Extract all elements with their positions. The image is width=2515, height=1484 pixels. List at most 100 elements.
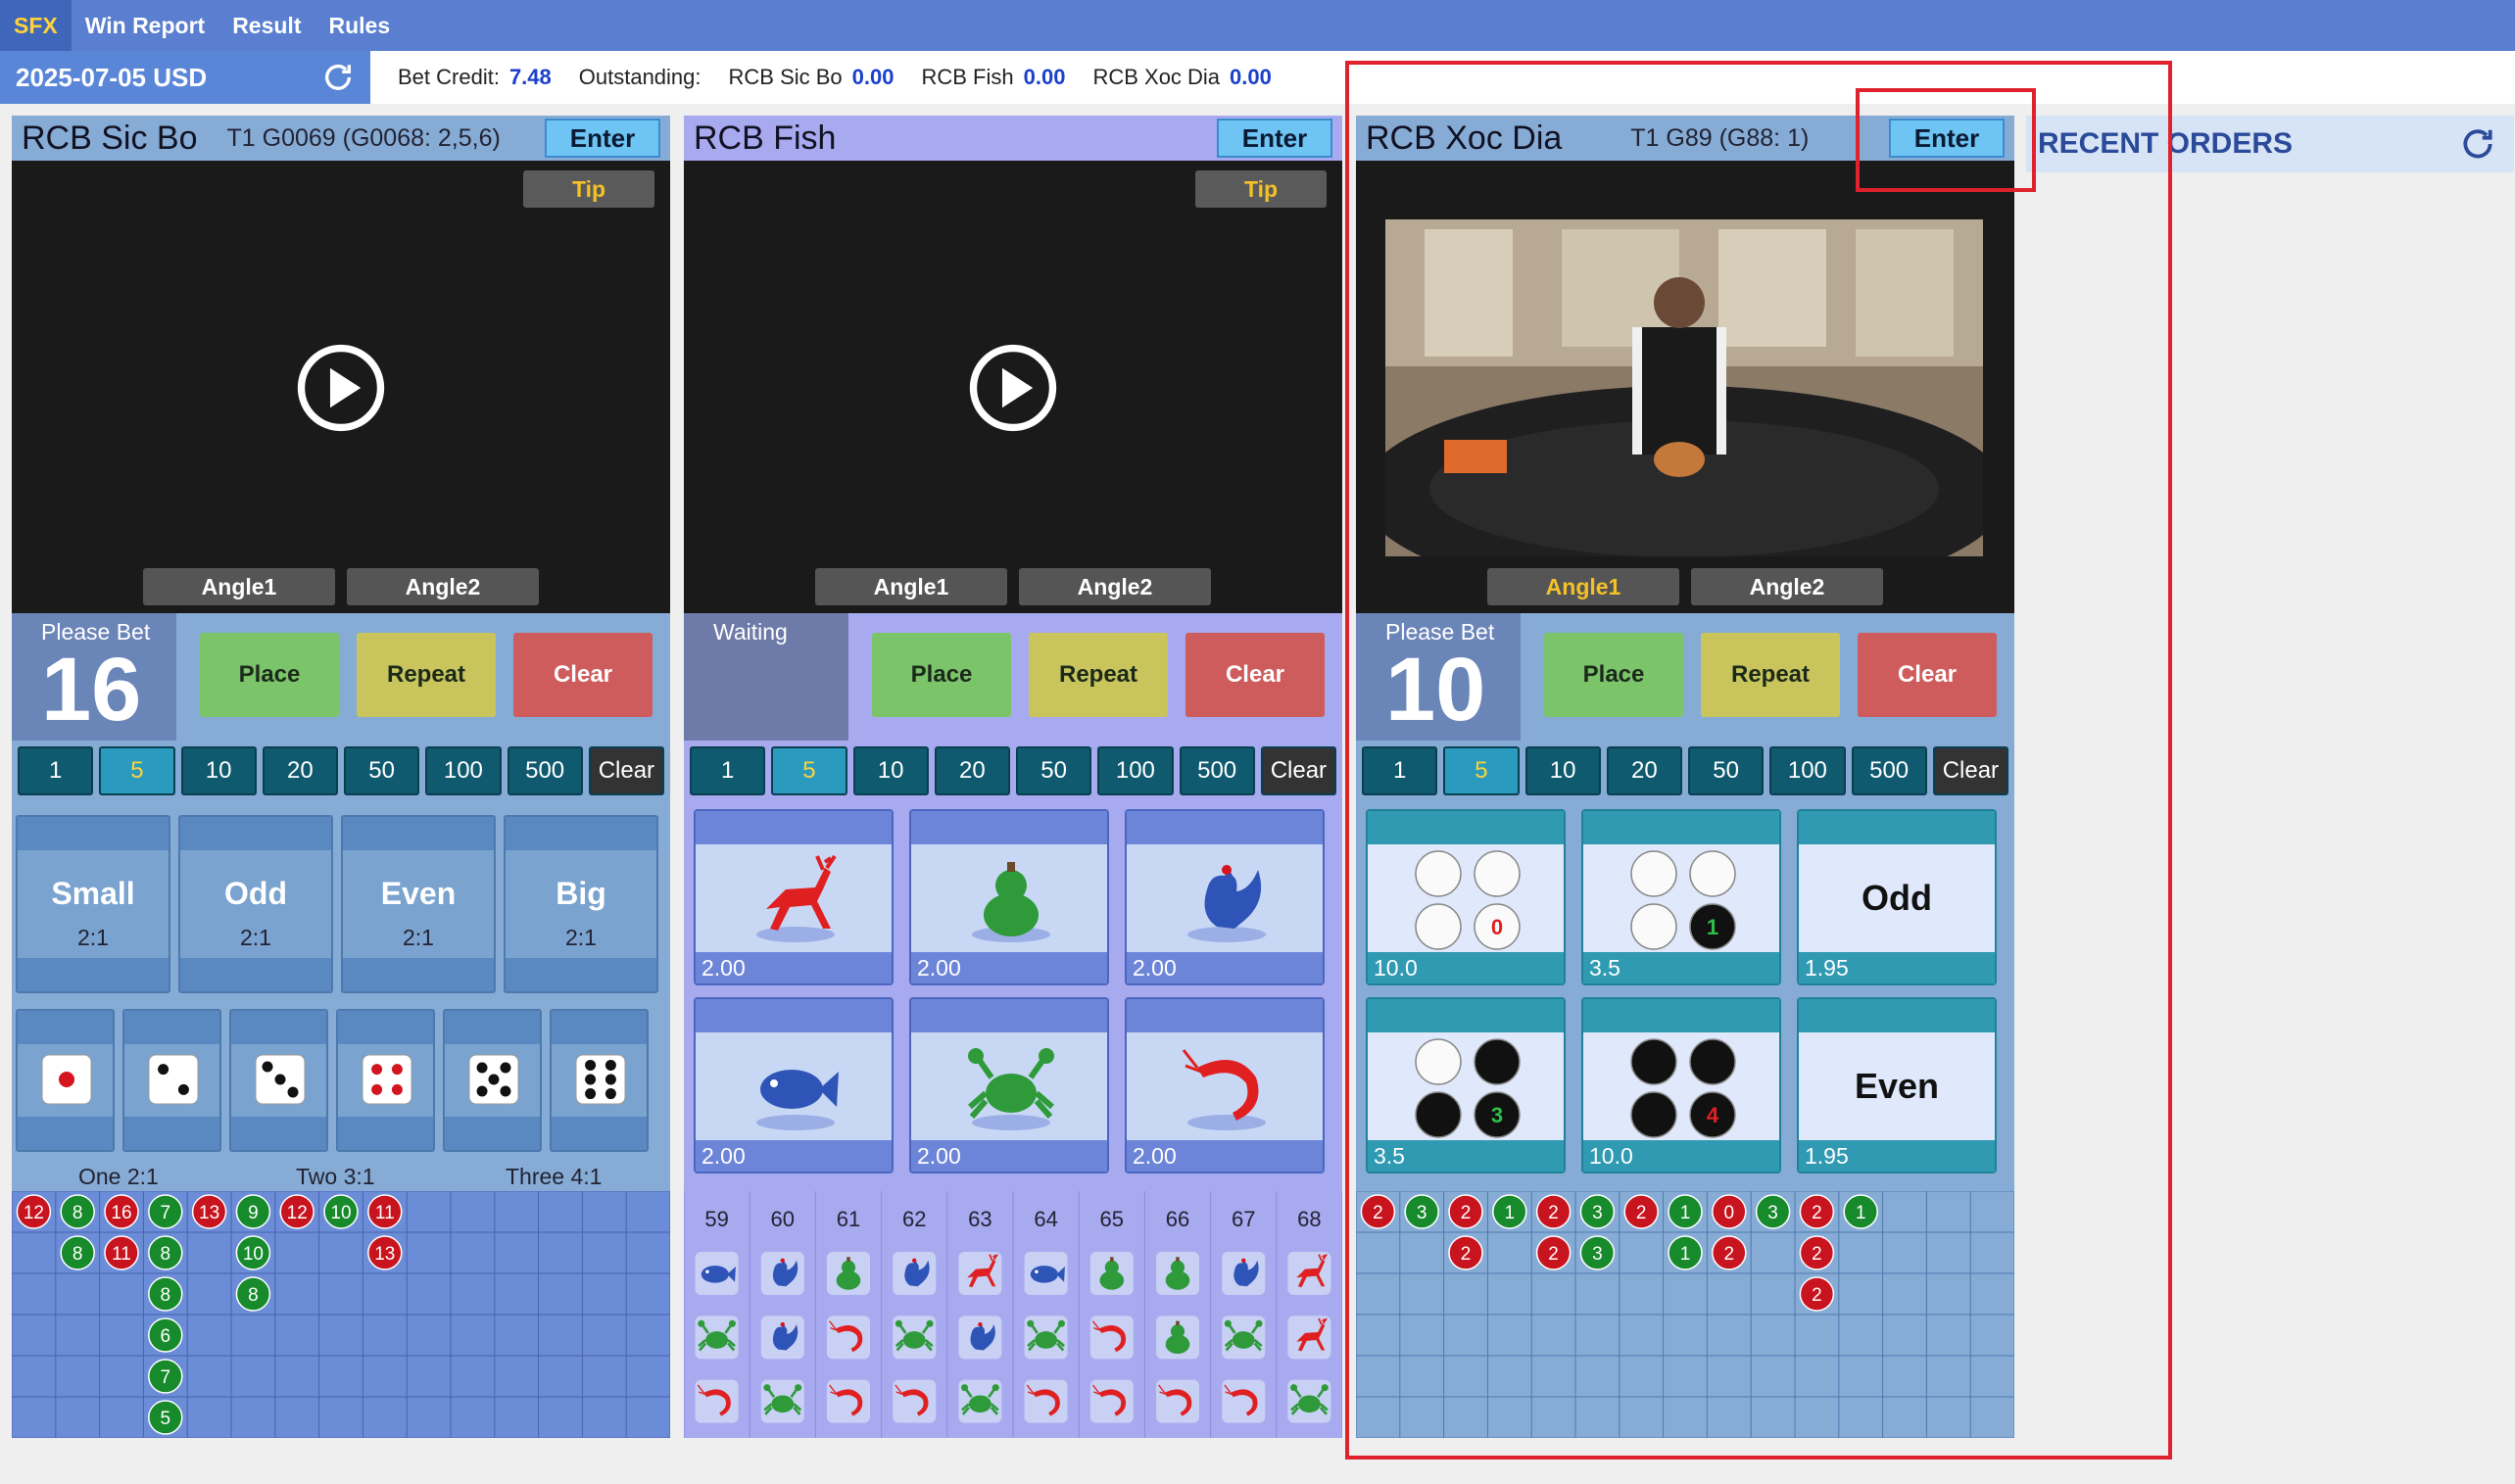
bet-odd-label: Odd bbox=[224, 876, 287, 911]
sicbo-clear-button[interactable]: Clear bbox=[513, 633, 653, 717]
road-ball: 11 bbox=[104, 1235, 139, 1270]
chip-10[interactable]: 10 bbox=[852, 746, 929, 795]
chip-1[interactable]: 1 bbox=[690, 746, 766, 795]
sicbo-enter-button[interactable]: Enter bbox=[545, 119, 660, 158]
xocdia-angle2-button[interactable]: Angle2 bbox=[1691, 568, 1883, 605]
fish-tip-button[interactable]: Tip bbox=[1195, 170, 1327, 208]
odds-label: 10.0 bbox=[1368, 952, 1564, 983]
nav-sfx[interactable]: SFX bbox=[0, 0, 72, 51]
bet-count-4[interactable]: 4 10.0 bbox=[1581, 997, 1781, 1173]
chip-10[interactable]: 10 bbox=[1524, 746, 1601, 795]
chip-1[interactable]: 1 bbox=[18, 746, 94, 795]
bet-small[interactable]: Small 2:1 bbox=[16, 815, 170, 993]
chip-10[interactable]: 10 bbox=[180, 746, 257, 795]
bet-count-1[interactable]: 1 3.5 bbox=[1581, 809, 1781, 985]
bet-crab[interactable]: 2.00 bbox=[909, 997, 1109, 1173]
road-ball: 3 bbox=[1579, 1235, 1616, 1270]
road-ball: 2 bbox=[1799, 1235, 1835, 1270]
xocdia-enter-button[interactable]: Enter bbox=[1889, 119, 2005, 158]
sicbo-place-button[interactable]: Place bbox=[200, 633, 339, 717]
refresh-icon[interactable] bbox=[2459, 125, 2496, 163]
crab-icon bbox=[958, 1379, 1002, 1423]
chip-5[interactable]: 5 bbox=[99, 746, 175, 795]
chip-20[interactable]: 20 bbox=[262, 746, 338, 795]
bet-single-5[interactable] bbox=[443, 1009, 542, 1152]
chip-5[interactable]: 5 bbox=[1443, 746, 1520, 795]
chip-100[interactable]: 100 bbox=[1097, 746, 1174, 795]
bet-count-0[interactable]: 0 10.0 bbox=[1366, 809, 1566, 985]
fish-clear-button[interactable]: Clear bbox=[1185, 633, 1325, 717]
chip-50[interactable]: 50 bbox=[1688, 746, 1765, 795]
chip-100[interactable]: 100 bbox=[1769, 746, 1846, 795]
chip-clear-button[interactable]: Clear bbox=[1932, 746, 2008, 795]
bet-odd-odds: 2:1 bbox=[240, 925, 271, 950]
nav-win-report[interactable]: Win Report bbox=[72, 0, 218, 51]
sicbo-angle2-button[interactable]: Angle2 bbox=[347, 568, 539, 605]
svg-text:1: 1 bbox=[1680, 1203, 1691, 1223]
xocdia-angle1-button[interactable]: Angle1 bbox=[1487, 568, 1679, 605]
bet-even-label: Even bbox=[380, 876, 457, 911]
bet-even[interactable]: Even 2:1 bbox=[341, 815, 496, 993]
bet-single-6[interactable] bbox=[550, 1009, 649, 1152]
bet-rooster[interactable]: 2.00 bbox=[1125, 809, 1325, 985]
chip-20[interactable]: 20 bbox=[934, 746, 1010, 795]
play-icon[interactable] bbox=[968, 343, 1058, 433]
bet-gourd[interactable]: 2.00 bbox=[909, 809, 1109, 985]
fish-repeat-button[interactable]: Repeat bbox=[1029, 633, 1168, 717]
chip-50[interactable]: 50 bbox=[344, 746, 420, 795]
xocdia-video[interactable]: Angle1 Angle2 bbox=[1356, 161, 2014, 613]
sicbo-video[interactable]: Tip Angle1 Angle2 bbox=[12, 161, 670, 613]
bet-odd[interactable]: Odd 1.95 bbox=[1797, 809, 1997, 985]
svg-text:7: 7 bbox=[161, 1203, 171, 1223]
dealer-live-feed bbox=[1385, 219, 1983, 556]
bet-shrimp[interactable]: 2.00 bbox=[1125, 997, 1325, 1173]
chip-500[interactable]: 500 bbox=[1179, 746, 1255, 795]
chip-20[interactable]: 20 bbox=[1606, 746, 1682, 795]
bet-deer[interactable]: 2.00 bbox=[694, 809, 894, 985]
bet-credit: Bet Credit: 7.48 bbox=[398, 65, 552, 90]
fish-place-button[interactable]: Place bbox=[872, 633, 1011, 717]
xocdia-place-button[interactable]: Place bbox=[1544, 633, 1683, 717]
xocdia-repeat-button[interactable]: Repeat bbox=[1701, 633, 1840, 717]
chip-500[interactable]: 500 bbox=[507, 746, 583, 795]
chip-1[interactable]: 1 bbox=[1362, 746, 1438, 795]
fish-enter-button[interactable]: Enter bbox=[1217, 119, 1332, 158]
chip-100[interactable]: 100 bbox=[425, 746, 502, 795]
sicbo-road-svg: 12 8 16 7 13 9 12 10 11 8 11 8 10 13 8 8 6 7 5 bbox=[11, 1190, 671, 1439]
bet-single-2[interactable] bbox=[122, 1009, 221, 1152]
nav-rules[interactable]: Rules bbox=[314, 0, 404, 51]
sicbo-repeat-button[interactable]: Repeat bbox=[357, 633, 496, 717]
nav-result[interactable]: Result bbox=[218, 0, 314, 51]
road-ball: 2 bbox=[1712, 1235, 1747, 1270]
odds-label: 1.95 bbox=[1799, 952, 1995, 983]
bet-odd[interactable]: Odd 2:1 bbox=[178, 815, 333, 993]
svg-text:1: 1 bbox=[1856, 1203, 1866, 1223]
fish-angle1-button[interactable]: Angle1 bbox=[815, 568, 1007, 605]
chip-clear-button[interactable]: Clear bbox=[588, 746, 664, 795]
fish-video[interactable]: Tip Angle1 Angle2 bbox=[684, 161, 1342, 613]
bet-even[interactable]: Even 1.95 bbox=[1797, 997, 1997, 1173]
crab-icon bbox=[968, 1048, 1054, 1130]
bet-count-3[interactable]: 3 3.5 bbox=[1366, 997, 1566, 1173]
svg-text:2: 2 bbox=[1724, 1244, 1735, 1265]
bet-big[interactable]: Big 2:1 bbox=[504, 815, 658, 993]
chip-50[interactable]: 50 bbox=[1016, 746, 1092, 795]
outstanding-xocdia: RCB Xoc Dia 0.00 bbox=[1092, 65, 1271, 90]
chip-clear-button[interactable]: Clear bbox=[1260, 746, 1336, 795]
chip-500[interactable]: 500 bbox=[1851, 746, 1927, 795]
svg-text:1: 1 bbox=[1680, 1244, 1691, 1265]
fish-angle2-button[interactable]: Angle2 bbox=[1019, 568, 1211, 605]
bet-single-4[interactable] bbox=[336, 1009, 435, 1152]
svg-text:0: 0 bbox=[1724, 1203, 1735, 1223]
xocdia-clear-button[interactable]: Clear bbox=[1858, 633, 1997, 717]
bet-single-1[interactable] bbox=[16, 1009, 115, 1152]
bet-big-label: Big bbox=[556, 876, 606, 911]
bet-single-3[interactable] bbox=[229, 1009, 328, 1152]
outstanding-sicbo-label: RCB Sic Bo bbox=[728, 65, 843, 89]
chip-5[interactable]: 5 bbox=[771, 746, 847, 795]
refresh-icon[interactable] bbox=[321, 61, 355, 94]
sicbo-tip-button[interactable]: Tip bbox=[523, 170, 654, 208]
play-icon[interactable] bbox=[296, 343, 386, 433]
sicbo-angle1-button[interactable]: Angle1 bbox=[143, 568, 335, 605]
bet-fish[interactable]: 2.00 bbox=[694, 997, 894, 1173]
